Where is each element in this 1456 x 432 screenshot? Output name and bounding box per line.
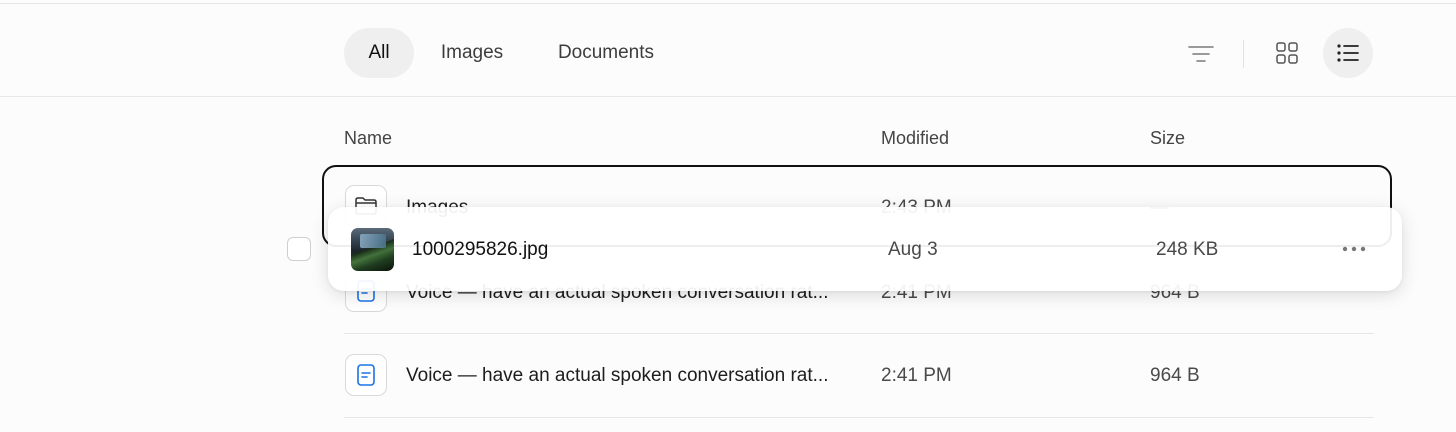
image-thumbnail [351, 228, 394, 271]
row-name[interactable]: Voice — have an actual spoken conversati… [406, 365, 828, 387]
more-options-icon[interactable] [1337, 236, 1371, 262]
row-size: 964 B [1150, 365, 1200, 386]
toolbar-divider [1243, 40, 1244, 68]
tab-documents[interactable]: Documents [538, 28, 674, 78]
tab-images[interactable]: Images [424, 28, 520, 78]
row-divider [344, 333, 1374, 334]
grid-view-icon[interactable] [1266, 32, 1308, 74]
header-bar [0, 4, 1456, 97]
row-checkbox[interactable] [287, 237, 311, 261]
document-icon [345, 354, 387, 396]
filter-icon[interactable] [1180, 34, 1222, 74]
dragged-file-modified: Aug 3 [888, 239, 938, 260]
column-header-name[interactable]: Name [344, 128, 392, 149]
list-view-icon[interactable] [1323, 28, 1373, 78]
row-divider [344, 417, 1374, 418]
column-header-modified[interactable]: Modified [881, 128, 949, 149]
tab-all[interactable]: All [344, 28, 414, 78]
dragged-file-size: 248 KB [1156, 239, 1219, 260]
column-header-size[interactable]: Size [1150, 128, 1185, 149]
row-modified: 2:41 PM [881, 365, 952, 386]
dragged-file-name: 1000295826.jpg [412, 239, 549, 260]
